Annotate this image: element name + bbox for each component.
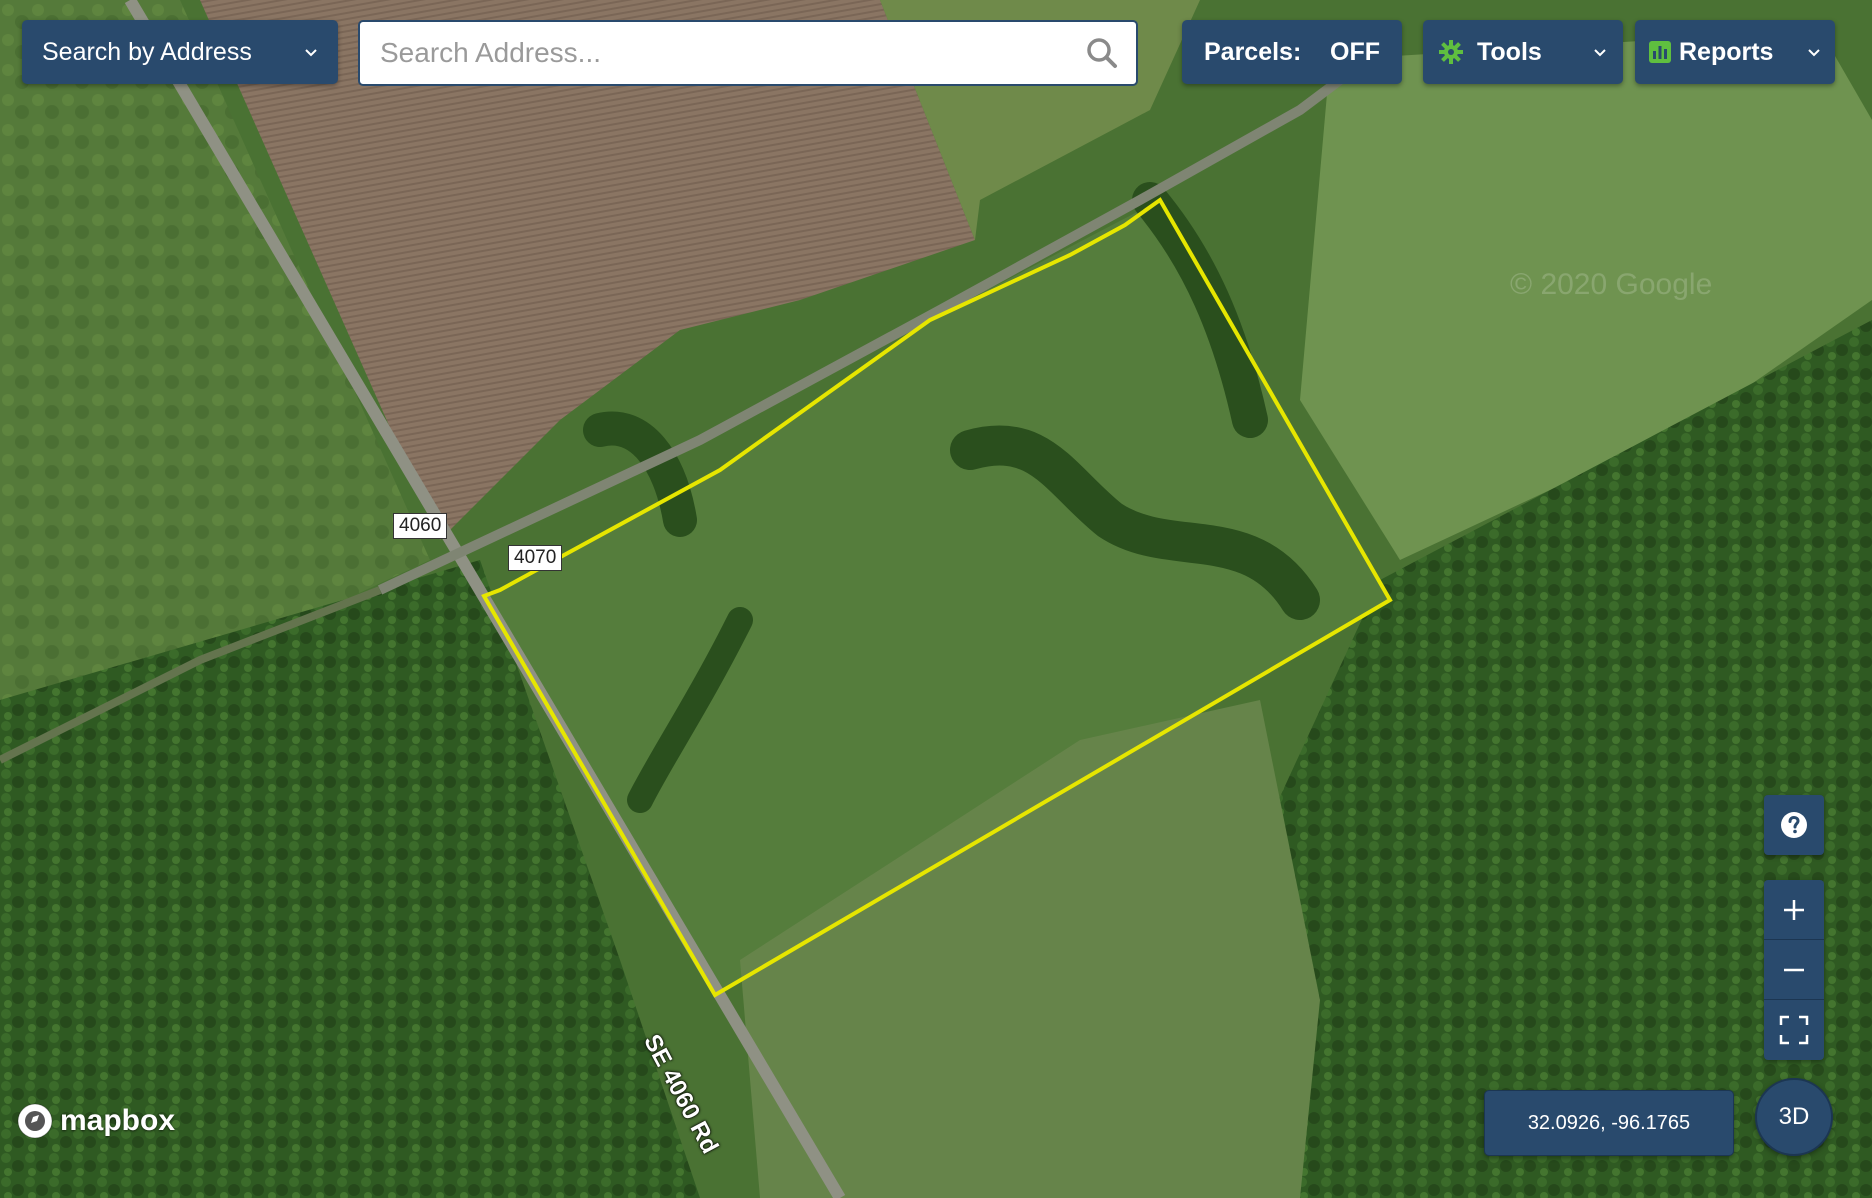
coordinates-display: 32.0926, -96.1765 <box>1484 1090 1734 1156</box>
gear-icon <box>1439 40 1463 64</box>
3d-toggle-button[interactable]: 3D <box>1755 1078 1833 1156</box>
search-input[interactable] <box>378 36 1086 70</box>
reports-dropdown[interactable]: Reports <box>1635 20 1835 84</box>
search-mode-label: Search by Address <box>42 37 252 66</box>
zoom-controls <box>1764 880 1824 1060</box>
tools-label: Tools <box>1477 37 1542 66</box>
road-label-4070: 4070 <box>508 545 563 571</box>
search-bar[interactable] <box>358 20 1138 86</box>
zoom-in-button[interactable] <box>1764 880 1824 940</box>
fullscreen-icon <box>1779 1015 1809 1045</box>
road-label-4060: 4060 <box>393 513 448 539</box>
mapbox-logo-text: mapbox <box>60 1104 176 1137</box>
plus-icon <box>1784 899 1804 920</box>
minus-icon <box>1784 968 1804 971</box>
tools-dropdown[interactable]: Tools <box>1423 20 1623 84</box>
map-watermark: © 2020 Google <box>1510 268 1713 301</box>
chevron-down-icon <box>305 49 317 57</box>
mapbox-logo[interactable]: mapbox <box>16 1102 175 1140</box>
help-button[interactable] <box>1764 795 1824 855</box>
satellite-map[interactable] <box>0 0 1872 1198</box>
search-mode-dropdown[interactable]: Search by Address <box>22 20 338 84</box>
bar-chart-icon <box>1649 41 1671 63</box>
reports-label: Reports <box>1679 37 1774 66</box>
chevron-down-icon <box>1594 49 1606 57</box>
mapbox-icon <box>17 1103 53 1139</box>
search-icon[interactable] <box>1086 37 1118 69</box>
parcels-toggle-button[interactable]: Parcels: OFF <box>1182 20 1402 84</box>
question-circle-icon <box>1781 812 1807 838</box>
parcels-state: OFF <box>1330 37 1380 66</box>
zoom-out-button[interactable] <box>1764 940 1824 1000</box>
parcels-label: Parcels: <box>1204 37 1302 66</box>
fullscreen-button[interactable] <box>1764 1000 1824 1060</box>
chevron-down-icon <box>1808 49 1820 57</box>
